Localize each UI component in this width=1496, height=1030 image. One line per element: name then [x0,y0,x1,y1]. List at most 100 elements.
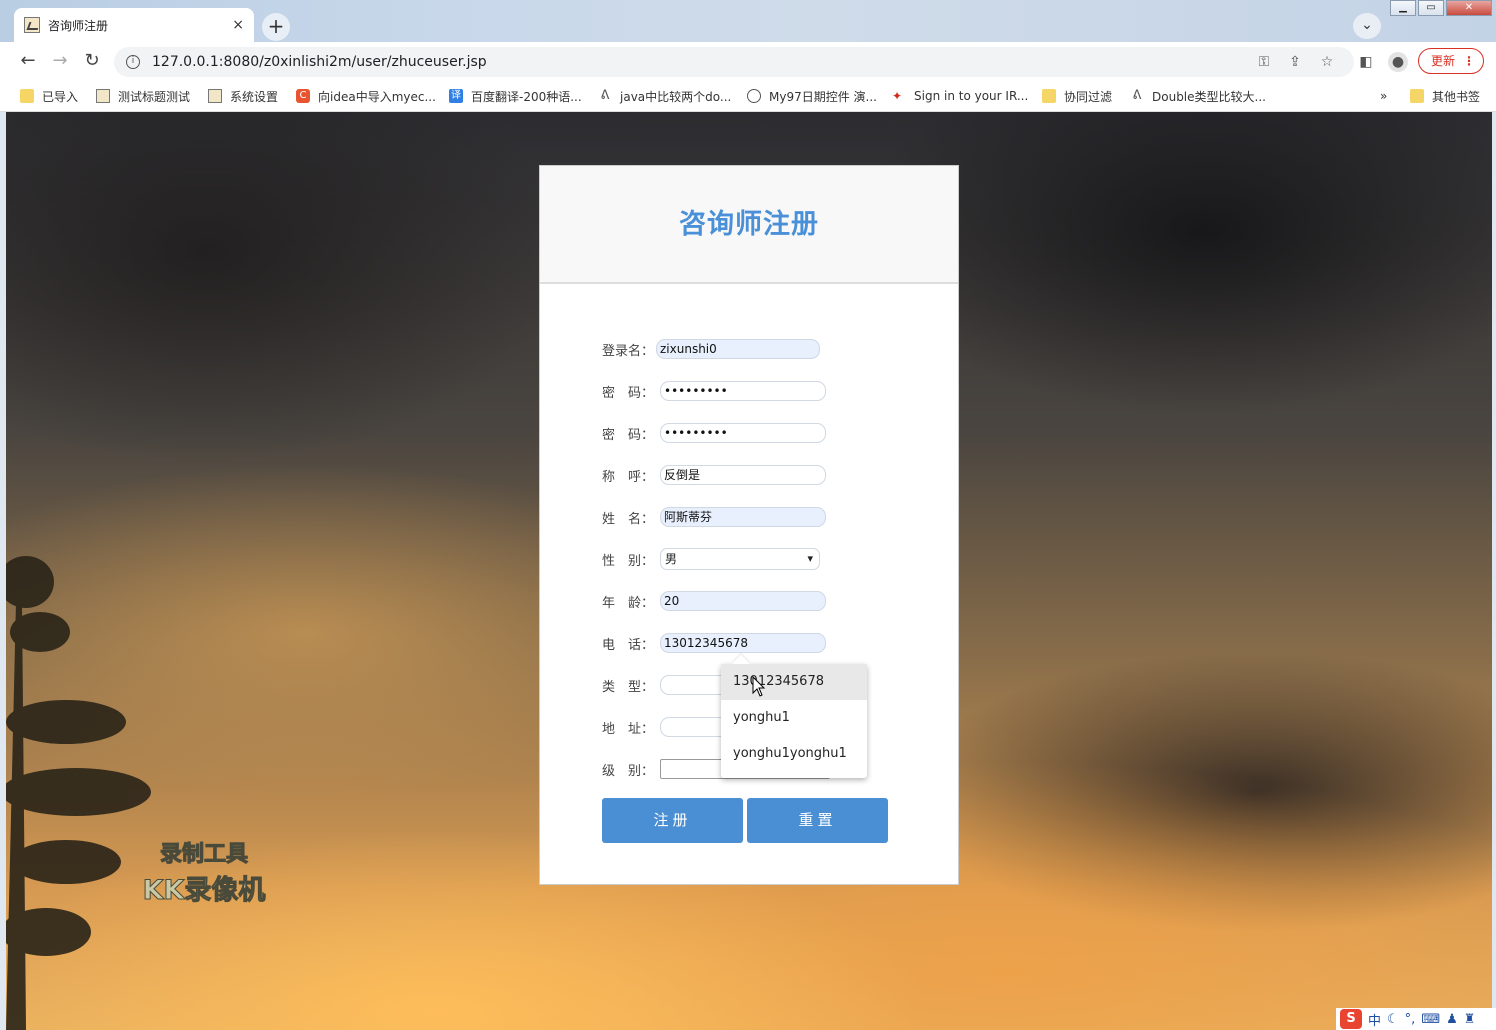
bookmark-label: My97日期控件 演... [769,89,877,104]
age-label: 年 龄： [602,595,655,611]
form-row-password: 密 码： ••••••••• [602,380,826,402]
reset-button[interactable]: 重置 [747,798,888,843]
pine-tree-silhouette [6,556,151,1030]
maximize-window-button[interactable]: ▭ [1418,0,1444,16]
shirt-icon[interactable]: ♜ [1464,1012,1476,1027]
recorder-watermark: 录制工具 KK录像机 [124,836,284,907]
bookmark-label: 测试标题测试 [118,89,191,104]
name-input[interactable]: 阿斯蒂芬 [660,507,826,527]
browser-tab[interactable]: 咨询师注册 × [14,8,254,42]
forward-arrow-icon[interactable]: → [48,50,72,74]
login-label: 登录名： [602,343,655,359]
register-button[interactable]: 注册 [602,798,743,843]
password-label: 密 码： [602,385,655,401]
bookmark-item[interactable]: 测试标题测试 [96,86,190,106]
bookmarks-bar: 已导入 测试标题测试 系统设置 C 向idea中导入myec... 译百度翻译-2… [0,80,1496,112]
side-panel-icon[interactable]: ◧ [1356,52,1376,72]
new-tab-button[interactable]: + [262,13,290,41]
profile-avatar-icon[interactable]: ● [1388,52,1408,72]
bookmark-label: 系统设置 [230,89,279,104]
folder-icon [1042,89,1056,103]
bookmark-item[interactable]: ✦ Sign in to your IR... [892,86,1028,106]
chevron-down-icon: ▾ [807,552,813,565]
page-background: 录制工具 KK录像机 咨询师注册 登录名： zixunshi0 密 码： •••… [6,112,1492,1030]
bookmark-label: 向idea中导入myec... [318,89,436,104]
password-confirm-label: 密 码： [602,427,655,443]
bookmark-item[interactable]: C 向idea中导入myec... [296,86,436,106]
bookmark-star-icon[interactable]: ☆ [1317,52,1337,72]
phone-input[interactable]: 13012345678 [660,633,826,653]
back-arrow-icon[interactable]: ← [16,50,40,74]
card-header: 咨询师注册 [540,166,958,284]
password-confirm-input[interactable]: ••••••••• [660,423,826,443]
sogou-logo-icon[interactable]: S [1340,1009,1362,1029]
age-input[interactable]: 20 [660,591,826,611]
more-bookmarks-chevron-icon[interactable]: » [1380,86,1387,106]
bookmark-item[interactable]: 已导入 [20,86,78,106]
address-bar[interactable]: i 127.0.0.1:8080/z0xinlishi2m/user/zhuce… [114,47,1354,77]
name-label: 姓 名： [602,511,655,527]
bookmark-label: 百度翻译-200种语... [471,89,582,104]
bookmark-item[interactable]: 系统设置 [208,86,278,106]
url-text[interactable]: 127.0.0.1:8080/z0xinlishi2m/user/zhuceus… [152,54,487,70]
bookmark-item[interactable]: 协同过滤 [1042,86,1112,106]
gender-select[interactable]: 男 ▾ [660,548,820,570]
type-label: 类 型： [602,679,655,695]
reload-icon[interactable]: ↻ [80,50,104,74]
watermark-line-1: 录制工具 [159,842,248,868]
bookmark-label: Double类型比较大... [1152,89,1266,104]
bookmark-item[interactable]: 译百度翻译-200种语... [449,86,582,106]
update-button[interactable]: 更新 ⋮ [1418,48,1484,74]
maple-leaf-icon: ✦ [892,89,903,103]
form-row-password-confirm: 密 码： ••••••••• [602,422,826,444]
ime-mode[interactable]: 中 [1368,1010,1381,1029]
punctuation-icon[interactable]: °, [1405,1012,1416,1027]
bookmark-item[interactable]: ᕕ java中比较两个do... [598,86,732,106]
minimize-window-button[interactable]: ▁ [1390,0,1416,16]
moon-icon[interactable]: ☾ [1387,1012,1399,1027]
watermark-line-2: KK录像机 [142,875,266,907]
page-favicon-icon [24,17,40,33]
address-label: 地 址： [602,721,655,737]
autocomplete-option[interactable]: yonghu1yonghu1 [721,736,867,772]
menu-dots-icon: ⋮ [1463,54,1475,68]
gender-selected-value: 男 [665,552,678,566]
autocomplete-option[interactable]: yonghu1 [721,700,867,736]
folder-icon [20,89,34,103]
mouse-cursor-icon [752,676,766,697]
user-icon[interactable]: ♟ [1446,1012,1458,1027]
nickname-label: 称 呼： [602,469,655,485]
tab-title: 咨询师注册 [48,18,109,33]
close-window-button[interactable]: ✕ [1446,0,1492,16]
tab-search-chevron-icon[interactable]: ⌄ [1353,13,1381,39]
tab-bar: 咨询师注册 × + ⌄ ▁ ▭ ✕ [0,0,1496,42]
share-icon[interactable]: ⇪ [1285,52,1305,72]
bookmark-label: Sign in to your IR... [914,89,1029,103]
other-bookmarks[interactable]: 其他书签 [1410,86,1480,106]
folder-icon [1410,89,1424,103]
bookmark-item[interactable]: My97日期控件 演... [747,86,877,106]
c-icon: C [296,89,310,103]
nickname-input[interactable]: 反倒是 [660,465,826,485]
page-icon [96,89,110,103]
bookmark-label: 已导入 [42,89,79,104]
phone-label: 电 话： [602,637,655,653]
autocomplete-option[interactable]: 13012345678 [721,664,867,700]
key-icon[interactable]: ⚿ [1254,52,1274,72]
page-icon [208,89,222,103]
password-input[interactable]: ••••••••• [660,381,826,401]
form-row-age: 年 龄： 20 [602,590,826,612]
login-name-input[interactable]: zixunshi0 [656,339,820,359]
site-info-icon[interactable]: i [126,55,140,69]
lambda-icon: ᕕ [600,88,610,103]
bookmark-label: java中比较两个do... [620,89,732,104]
tab-close-icon[interactable]: × [232,17,244,33]
form-row-login: 登录名： zixunshi0 [602,338,820,360]
form-row-gender: 性 别： 男 ▾ [602,548,820,570]
keyboard-icon[interactable]: ⌨ [1421,1012,1440,1027]
form-row-phone: 电 话： 13012345678 [602,632,826,654]
bookmark-item[interactable]: ᕕ Double类型比较大... [1130,86,1266,106]
form-row-name: 姓 名： 阿斯蒂芬 [602,506,826,528]
lambda-icon: ᕕ [1132,88,1142,103]
bookmark-label: 协同过滤 [1064,89,1113,104]
